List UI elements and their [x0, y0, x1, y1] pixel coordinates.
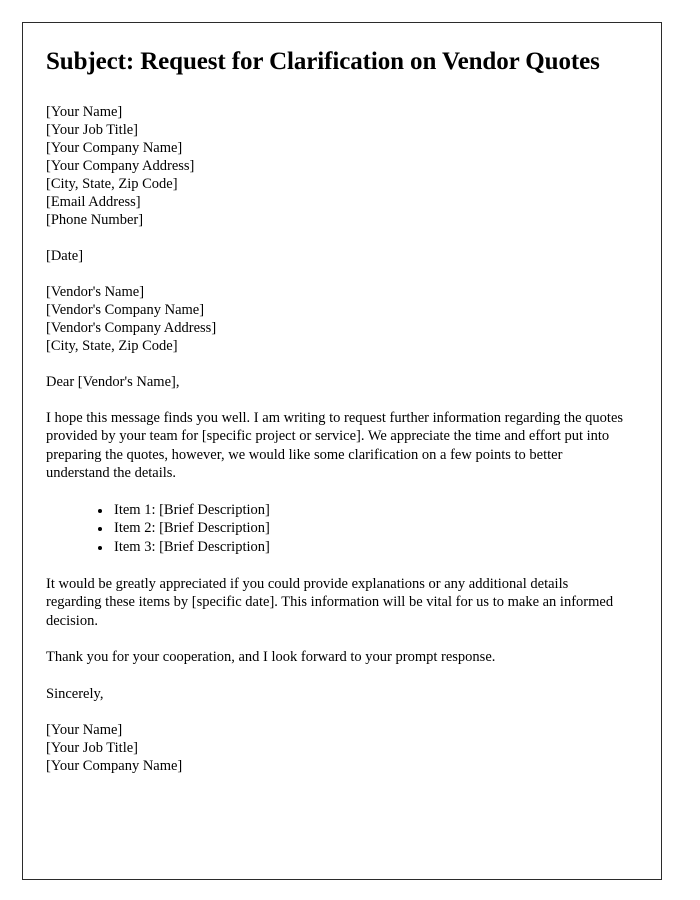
- sender-line: [City, State, Zip Code]: [46, 175, 178, 192]
- sender-line: [Your Company Name]: [46, 139, 183, 156]
- recipient-line: [Vendor's Company Name]: [46, 301, 205, 318]
- paragraph-intro: I hope this message finds you well. I am…: [46, 409, 624, 482]
- list-item: Item 1: [Brief Description]: [98, 501, 639, 520]
- recipient-address-block: [Vendor's Name] [Vendor's Company Name] …: [46, 283, 639, 355]
- list-item: Item 2: [Brief Description]: [98, 519, 639, 538]
- paragraph-request: It would be greatly appreciated if you c…: [46, 575, 614, 629]
- recipient-line: [Vendor's Company Address]: [46, 319, 217, 336]
- signature-line: [Your Name]: [46, 722, 123, 739]
- clarification-item-list: Item 1: [Brief Description] Item 2: [Bri…: [46, 501, 639, 557]
- letter-content: Subject: Request for Clarification on Ve…: [23, 23, 661, 775]
- list-item: Item 3: [Brief Description]: [98, 538, 639, 557]
- signature-line: [Your Job Title]: [46, 740, 139, 757]
- recipient-line: [City, State, Zip Code]: [46, 337, 178, 354]
- closing-line: Sincerely,: [46, 686, 104, 703]
- signature-block: [Your Name] [Your Job Title] [Your Compa…: [46, 721, 639, 775]
- recipient-line: [Vendor's Name]: [46, 283, 145, 300]
- closing-block: Sincerely,: [46, 685, 639, 703]
- date-line: [Date]: [46, 247, 84, 264]
- sender-line: [Phone Number]: [46, 211, 144, 228]
- sender-line: [Email Address]: [46, 193, 141, 210]
- signature-line: [Your Company Name]: [46, 758, 183, 775]
- sender-address-block: [Your Name] [Your Job Title] [Your Compa…: [46, 103, 639, 229]
- sender-line: [Your Name]: [46, 103, 123, 120]
- page-title: Subject: Request for Clarification on Ve…: [46, 48, 600, 75]
- sender-line: [Your Job Title]: [46, 121, 139, 138]
- sender-line: [Your Company Address]: [46, 157, 195, 174]
- letter-page: Subject: Request for Clarification on Ve…: [22, 22, 662, 880]
- paragraph-thanks: Thank you for your cooperation, and I lo…: [46, 649, 496, 666]
- salutation: Dear [Vendor's Name],: [46, 373, 180, 390]
- date-block: [Date]: [46, 247, 639, 265]
